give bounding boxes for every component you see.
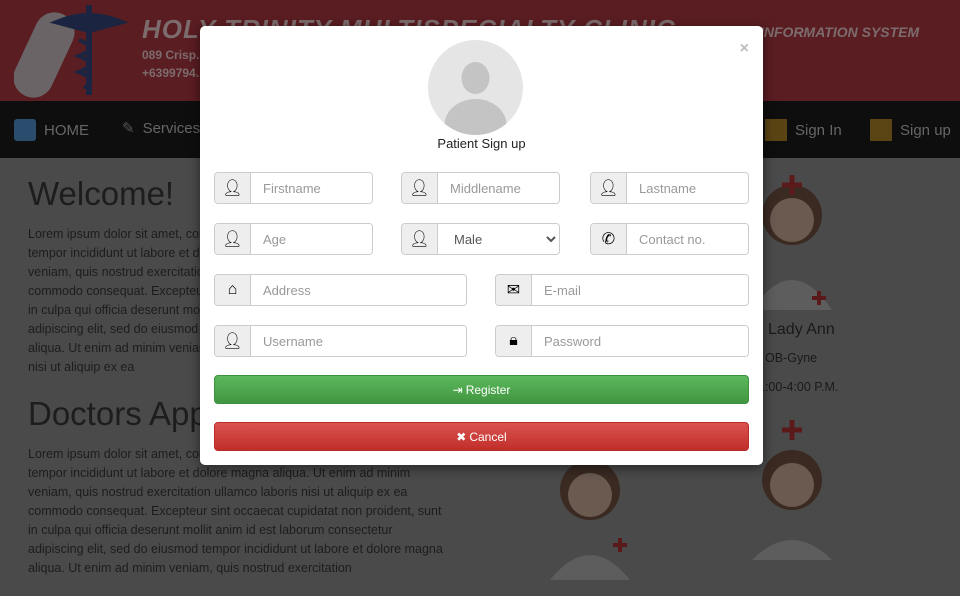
password-group: 🔒︎	[495, 325, 749, 357]
middlename-input[interactable]	[438, 173, 559, 203]
email-group: ✉	[495, 274, 749, 306]
lastname-group: 👤︎	[590, 172, 749, 204]
phone-icon: ✆	[591, 224, 627, 254]
nav-home-label: HOME	[44, 121, 89, 139]
address-input[interactable]	[251, 275, 466, 305]
login-icon	[765, 119, 787, 141]
doctor-schedule: 1:00-4:00 P.M.	[758, 380, 839, 394]
password-input[interactable]	[532, 326, 748, 356]
user-icon: 👤︎	[215, 326, 251, 356]
user-silhouette-icon	[444, 62, 507, 135]
email-input[interactable]	[532, 275, 748, 305]
address-group: ⌂	[214, 274, 467, 306]
user-icon: 👤︎	[402, 173, 438, 203]
contact-group: ✆	[590, 223, 749, 255]
signup-modal: × Patient Sign up 👤︎ 👤︎ 👤︎ 👤︎ 👤︎Male ✆ ⌂…	[200, 26, 763, 465]
home-icon: ⌂	[215, 275, 251, 305]
gender-select[interactable]: Male	[438, 224, 559, 254]
firstname-group: 👤︎	[214, 172, 373, 204]
user-icon: 👤︎	[215, 224, 251, 254]
login-icon: ⇥	[452, 382, 463, 397]
username-input[interactable]	[251, 326, 466, 356]
nav-sign-up-label: Sign up	[900, 121, 951, 139]
age-group: 👤︎	[214, 223, 373, 255]
nav-home[interactable]: HOME	[14, 119, 89, 141]
nav-sign-up[interactable]: Sign up	[870, 119, 951, 141]
register-button[interactable]: ⇥ Register	[214, 375, 749, 404]
user-icon: 👤︎	[402, 224, 438, 254]
gender-group: 👤︎ Male	[401, 223, 560, 255]
middlename-group: 👤︎	[401, 172, 560, 204]
age-input[interactable]	[251, 224, 372, 254]
signup-icon	[870, 119, 892, 141]
cancel-label: Cancel	[469, 429, 507, 444]
nav-services-label: Services	[142, 119, 201, 137]
nav-services[interactable]: ✎ Services	[122, 119, 201, 138]
firstname-input[interactable]	[251, 173, 372, 203]
lock-icon: 🔒︎	[496, 326, 532, 356]
home-icon	[14, 119, 36, 141]
pencil-icon: ✎	[122, 120, 135, 137]
modal-title: Patient Sign up	[437, 136, 526, 151]
cancel-button[interactable]: ✖ Cancel	[214, 422, 749, 451]
nav-sign-in-label: Sign In	[795, 121, 842, 139]
clinic-subtitle: INFORMATION SYSTEM	[760, 24, 920, 40]
caduceus-logo	[14, 5, 129, 98]
register-label: Register	[465, 382, 511, 397]
doctor-name: Lady Ann	[768, 321, 835, 338]
username-group: 👤︎	[214, 325, 467, 357]
user-icon: 👤︎	[215, 173, 251, 203]
contact-input[interactable]	[627, 224, 748, 254]
envelope-icon: ✉	[496, 275, 532, 305]
user-icon: 👤︎	[591, 173, 627, 203]
clinic-address: 089 Crisp...	[142, 48, 207, 62]
doctor-specialty: OB-Gyne	[765, 351, 818, 365]
close-button[interactable]: ×	[740, 40, 749, 58]
clinic-phone: +6399794...	[142, 66, 206, 80]
x-icon: ✖	[456, 429, 467, 444]
lastname-input[interactable]	[627, 173, 748, 203]
nav-sign-in[interactable]: Sign In	[765, 119, 842, 141]
avatar-placeholder	[428, 40, 523, 135]
